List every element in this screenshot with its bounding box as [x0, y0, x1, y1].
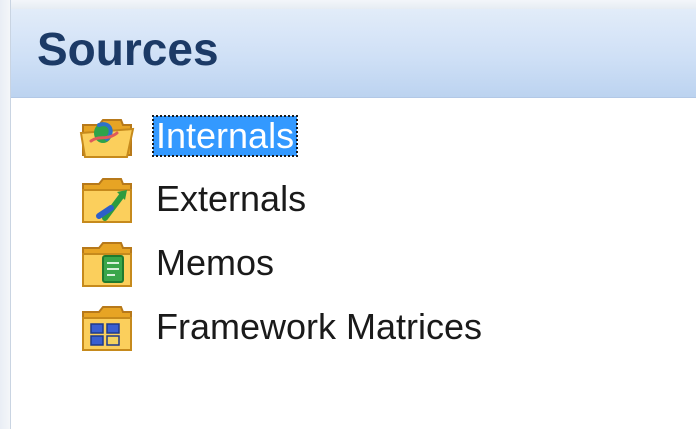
tree-item-internals[interactable]: Internals [77, 107, 637, 163]
frame-left-border [0, 0, 11, 429]
folder-framework-matrices-icon [77, 302, 137, 354]
folder-externals-icon [77, 174, 137, 226]
panel-title: Sources [37, 23, 219, 75]
folder-memos-icon [77, 238, 137, 290]
tree-item-label: Externals [156, 178, 307, 219]
tree-item-label: Memos [156, 242, 275, 283]
folder-internals-icon [77, 111, 137, 163]
panel-header: Sources [11, 9, 696, 98]
tree-item-memos[interactable]: Memos [77, 234, 637, 290]
sources-panel: Sources Internals Externals Memos Framew… [11, 9, 696, 429]
sources-tree: Internals Externals Memos Framework Matr… [11, 98, 696, 429]
window-frame: Sources Internals Externals Memos Framew… [0, 0, 696, 429]
tree-item-externals[interactable]: Externals [77, 170, 637, 226]
tree-item-framework-matrices[interactable]: Framework Matrices [77, 298, 637, 354]
tree-item-label: Framework Matrices [156, 306, 483, 347]
frame-top-border [0, 0, 696, 9]
tree-item-label: Internals [151, 115, 299, 157]
